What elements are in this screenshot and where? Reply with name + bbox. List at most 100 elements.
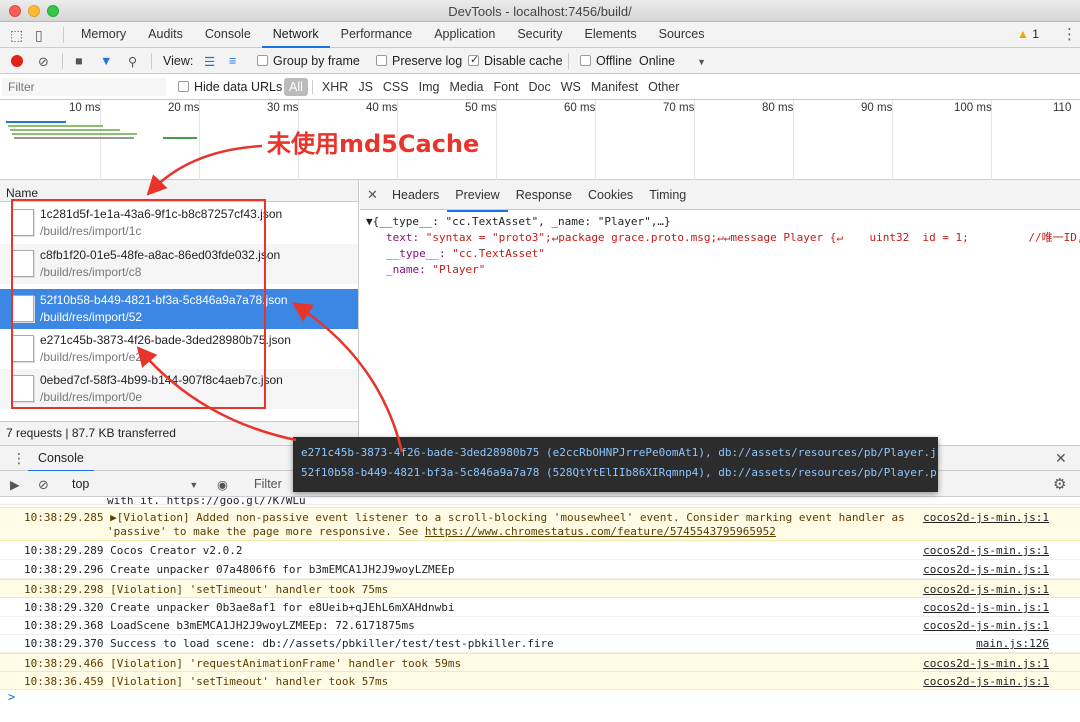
hide-data-urls-option[interactable]: Hide data URLs <box>178 80 282 94</box>
close-icon[interactable]: ✕ <box>367 187 378 203</box>
type-filter-manifest[interactable]: Manifest <box>586 78 643 96</box>
context-value: top <box>72 477 90 491</box>
log-entry-violation: 10:38:29.298 [Violation] 'setTimeout' ha… <box>0 579 1080 598</box>
log-source-link[interactable]: cocos2d-js-min.js:1 <box>923 601 1049 614</box>
close-drawer-icon[interactable]: ✕ <box>1055 450 1067 467</box>
console-filter-input[interactable]: Filter <box>254 477 282 491</box>
network-overview-timeline[interactable]: 10 ms 20 ms 30 ms 40 ms 50 ms 60 ms 70 m… <box>0 100 1080 180</box>
preview-type-line: __type__: "cc.TextAsset" <box>366 246 1080 262</box>
tab-memory[interactable]: Memory <box>70 22 137 48</box>
waterfall-bar <box>12 133 137 135</box>
tab-sources[interactable]: Sources <box>648 22 716 48</box>
type-filter-img[interactable]: Img <box>414 78 445 96</box>
type-filter-css[interactable]: CSS <box>378 78 414 96</box>
log-entry: 10:38:29.368 LoadScene b3mEMCA1JH2J9woyL… <box>0 616 1080 635</box>
timeline-tick: 10 ms <box>69 102 101 114</box>
tab-application[interactable]: Application <box>423 22 506 48</box>
log-source-link[interactable]: cocos2d-js-min.js:1 <box>923 675 1049 688</box>
disable-cache-label: Disable cache <box>484 54 563 68</box>
log-message-cont: 'passive' to make the page more responsi… <box>107 525 776 538</box>
throttling-select[interactable]: Online ▼ <box>639 54 706 68</box>
tab-network[interactable]: Network <box>261 22 330 48</box>
tab-headers[interactable]: Headers <box>384 180 447 212</box>
panel-tabbar: ⬚ ▯ Memory Audits Console Network Perfor… <box>0 22 1080 48</box>
network-toolbar: ⊘ ■ ▼ ⚲ View: ☰ ≡ Group by frame Preserv… <box>0 48 1080 74</box>
log-source-link[interactable]: cocos2d-js-min.js:1 <box>923 544 1049 557</box>
type-filter-ws[interactable]: WS <box>556 78 586 96</box>
detail-tabbar: ✕ Headers Preview Response Cookies Timin… <box>360 180 1080 212</box>
log-entry: 10:38:29.289 Cocos Creator v2.0.2 cocos2… <box>0 541 1080 560</box>
tab-audits[interactable]: Audits <box>137 22 194 48</box>
type-filter-js[interactable]: JS <box>353 78 378 96</box>
timeline-tick: 90 ms <box>861 102 893 114</box>
preserve-log-option[interactable]: Preserve log <box>376 54 462 68</box>
annotation-highlight-box <box>11 199 266 409</box>
type-filter-all[interactable]: All <box>284 78 308 96</box>
console-messages[interactable]: with it. https://goo.gl/7K7WLu 10:38:29.… <box>0 497 1080 722</box>
device-toggle-icon[interactable]: ▯ <box>35 27 43 44</box>
timeline-tick: 50 ms <box>465 102 497 114</box>
log-source-link[interactable]: cocos2d-js-min.js:1 <box>923 657 1049 670</box>
log-source-link[interactable]: cocos2d-js-min.js:1 <box>923 583 1049 596</box>
log-message: 10:38:29.289 Cocos Creator v2.0.2 <box>24 544 243 557</box>
capture-screenshots-icon[interactable]: ■ <box>75 54 83 68</box>
log-link[interactable]: https://www.chromestatus.com/feature/574… <box>425 525 776 538</box>
json-key: text: <box>386 231 426 244</box>
type-filter-doc[interactable]: Doc <box>524 78 556 96</box>
group-by-frame-checkbox[interactable] <box>257 55 268 66</box>
eye-icon[interactable]: ◉ <box>217 477 228 492</box>
drawer-menu-icon[interactable]: ⋮ <box>12 450 26 467</box>
tab-preview[interactable]: Preview <box>447 180 508 212</box>
preserve-log-checkbox[interactable] <box>376 55 387 66</box>
log-entry-violation: 10:38:29.285 ▶[Violation] Added non-pass… <box>0 507 1080 541</box>
record-button[interactable] <box>11 55 23 67</box>
large-rows-icon[interactable]: ☰ <box>204 54 215 69</box>
preview-json[interactable]: ▼{__type__: "cc.TextAsset", _name: "Play… <box>360 210 1080 278</box>
hide-data-urls-checkbox[interactable] <box>178 81 189 92</box>
log-source-link[interactable]: cocos2d-js-min.js:1 <box>923 563 1049 576</box>
warning-counter[interactable]: ▲ 1 <box>1017 27 1039 41</box>
preview-root-line[interactable]: ▼{__type__: "cc.TextAsset", _name: "Play… <box>366 214 1080 230</box>
filter-input[interactable] <box>2 78 166 96</box>
more-menu-icon[interactable]: ⋮ <box>1062 25 1077 43</box>
log-source-link[interactable]: cocos2d-js-min.js:1 <box>923 619 1049 632</box>
console-prompt[interactable]: > <box>8 690 15 704</box>
overview-icon[interactable]: ≡ <box>229 54 236 68</box>
toolbar-divider <box>151 53 152 69</box>
waterfall-bar <box>10 129 120 131</box>
offline-option[interactable]: Offline <box>580 54 632 68</box>
resource-type-filters: All XHR JS CSS Img Media Font Doc WS Man… <box>284 78 684 96</box>
offline-checkbox[interactable] <box>580 55 591 66</box>
tab-console[interactable]: Console <box>194 22 262 48</box>
timeline-tick: 40 ms <box>366 102 398 114</box>
tab-elements[interactable]: Elements <box>574 22 648 48</box>
disable-cache-option[interactable]: Disable cache <box>468 53 563 68</box>
log-message: 10:38:29.320 Create unpacker 0b3ae8af1 f… <box>24 601 455 614</box>
tab-cookies[interactable]: Cookies <box>580 180 641 212</box>
type-filter-other[interactable]: Other <box>643 78 684 96</box>
log-source-link[interactable]: main.js:126 <box>976 637 1049 650</box>
drawer-tab-console[interactable]: Console <box>28 446 94 472</box>
disable-cache-checkbox[interactable] <box>468 53 479 66</box>
log-message: 10:38:29.296 Create unpacker 07a4806f6 f… <box>24 563 455 576</box>
log-source-link[interactable]: cocos2d-js-min.js:1 <box>923 511 1049 524</box>
tab-response[interactable]: Response <box>508 180 580 212</box>
inspect-element-icon[interactable]: ⬚ <box>10 27 23 44</box>
context-select[interactable]: top ▼ <box>72 477 198 491</box>
log-message: 10:38:29.368 LoadScene b3mEMCA1JH2J9woyL… <box>24 619 415 632</box>
clear-icon[interactable]: ⊘ <box>38 54 49 70</box>
tab-performance[interactable]: Performance <box>330 22 424 48</box>
tab-timing[interactable]: Timing <box>641 180 694 212</box>
type-filter-media[interactable]: Media <box>444 78 488 96</box>
type-filter-xhr[interactable]: XHR <box>317 78 353 96</box>
group-by-frame-option[interactable]: Group by frame <box>257 54 360 68</box>
tab-security[interactable]: Security <box>506 22 573 48</box>
clear-console-icon[interactable]: ⊘ <box>38 477 49 493</box>
settings-gear-icon[interactable]: ⚙ <box>1053 475 1066 493</box>
log-entry: with it. https://goo.gl/7K7WLu <box>0 497 1080 507</box>
sidebar-toggle-icon[interactable]: ▶ <box>10 477 20 492</box>
timeline-tick: 100 ms <box>954 102 992 114</box>
filter-funnel-icon[interactable]: ▼ <box>100 54 112 68</box>
search-icon[interactable]: ⚲ <box>128 54 137 69</box>
type-filter-font[interactable]: Font <box>489 78 524 96</box>
